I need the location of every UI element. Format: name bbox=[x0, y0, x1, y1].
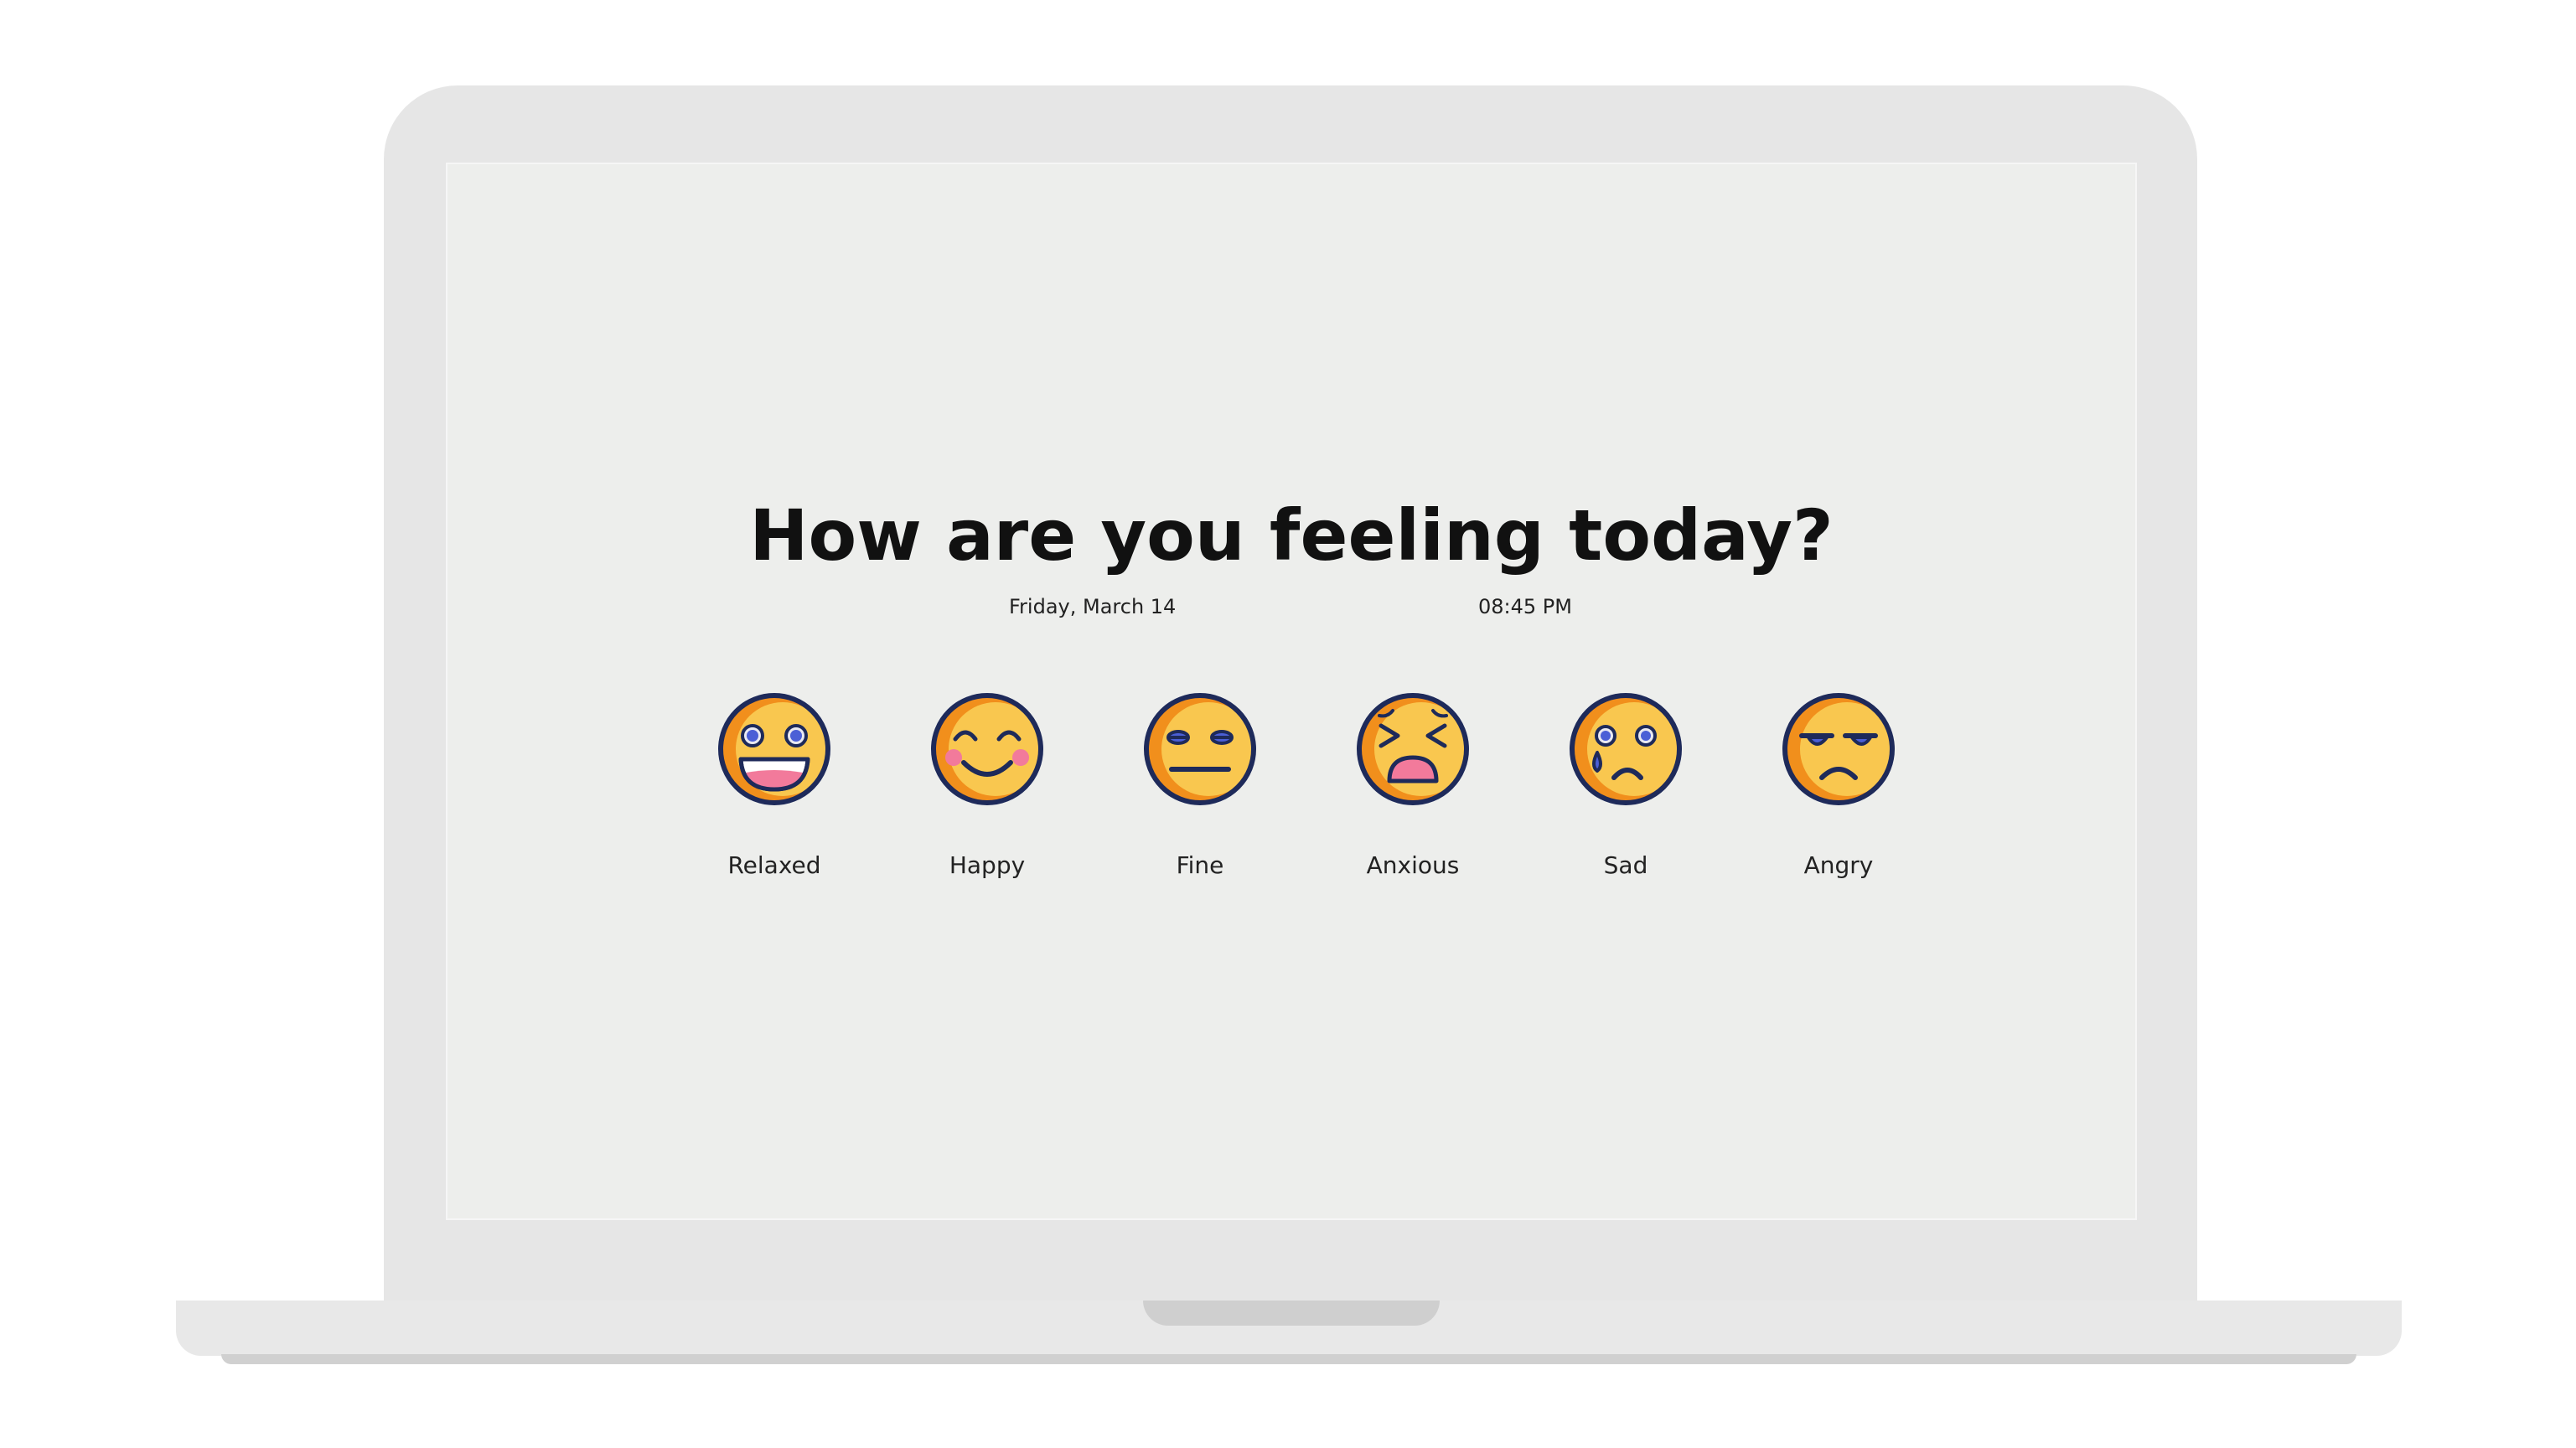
mood-option-relaxed[interactable]: Relaxed bbox=[691, 690, 858, 879]
mood-label: Sad bbox=[1603, 851, 1648, 879]
current-time: 08:45 PM bbox=[1478, 595, 1572, 618]
mood-label: Relaxed bbox=[727, 851, 821, 879]
mood-option-angry[interactable]: Angry bbox=[1755, 690, 1922, 879]
angry-face-icon bbox=[1782, 693, 1895, 805]
crying-face-icon bbox=[1570, 693, 1682, 805]
page-title: How are you feeling today? bbox=[749, 494, 1834, 577]
smiling-face-blush-icon bbox=[931, 693, 1043, 805]
laptop-base-shadow bbox=[221, 1354, 2356, 1364]
neutral-face-icon bbox=[1144, 693, 1256, 805]
tired-face-icon bbox=[1357, 693, 1469, 805]
stage: How are you feeling today? Friday, March… bbox=[0, 0, 2576, 1448]
mood-label: Anxious bbox=[1366, 851, 1460, 879]
laptop-screen: How are you feeling today? Friday, March… bbox=[446, 163, 2137, 1220]
mood-option-anxious[interactable]: Anxious bbox=[1329, 690, 1497, 879]
current-date: Friday, March 14 bbox=[1009, 595, 1177, 618]
mood-option-fine[interactable]: Fine bbox=[1116, 690, 1284, 879]
laptop-notch bbox=[1143, 1301, 1440, 1326]
mood-option-sad[interactable]: Sad bbox=[1542, 690, 1710, 879]
mood-label: Angry bbox=[1803, 851, 1874, 879]
mood-label: Happy bbox=[949, 851, 1026, 879]
mood-option-happy[interactable]: Happy bbox=[903, 690, 1071, 879]
grinning-face-icon bbox=[718, 693, 830, 805]
mood-label: Fine bbox=[1176, 851, 1224, 879]
mood-options: Relaxed Happy Fine Anxious Sad Angry bbox=[446, 690, 2137, 908]
